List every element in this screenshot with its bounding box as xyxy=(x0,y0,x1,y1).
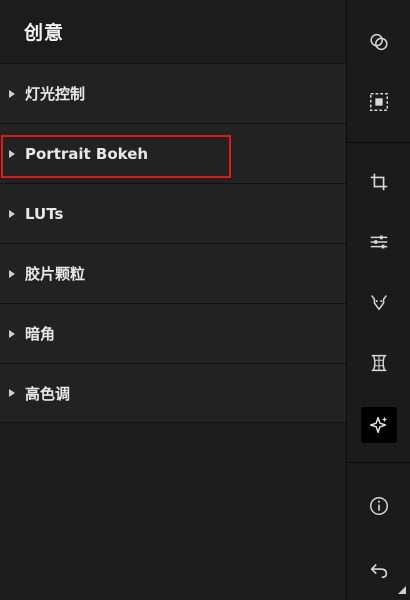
section-list: 灯光控制 Portrait Bokeh LUTs 胶片颗粒 暗角 高色调 xyxy=(0,63,346,423)
toolbar-divider xyxy=(347,462,410,463)
section-vignette[interactable]: 暗角 xyxy=(0,303,346,363)
expand-caret-icon xyxy=(9,89,15,98)
info-icon xyxy=(369,497,388,515)
grid-frame-icon xyxy=(371,354,386,372)
undo-icon xyxy=(370,563,387,579)
toolbar-divider xyxy=(347,142,410,143)
selection-frame-button[interactable] xyxy=(361,84,397,120)
expand-caret-icon xyxy=(9,389,15,397)
overlap-circles-button[interactable] xyxy=(361,24,397,60)
sparkle-icon xyxy=(369,416,387,434)
face-retouch-icon xyxy=(370,295,387,311)
right-toolbar xyxy=(346,0,410,600)
section-film-grain[interactable]: 胶片颗粒 xyxy=(0,243,346,303)
section-portrait-bokeh[interactable]: Portrait Bokeh xyxy=(0,123,346,183)
overlap-circles-icon xyxy=(369,33,388,51)
expand-caret-icon xyxy=(9,149,15,158)
section-luts[interactable]: LUTs xyxy=(0,183,346,243)
face-retouch-button[interactable] xyxy=(361,284,397,320)
sliders-icon xyxy=(370,235,387,249)
section-label: 胶片颗粒 xyxy=(25,265,86,283)
expand-caret-icon xyxy=(9,209,15,218)
adjust-sliders-button[interactable] xyxy=(361,224,397,260)
panel-title: 创意 xyxy=(24,22,65,44)
info-button[interactable] xyxy=(361,488,397,524)
section-label: LUTs xyxy=(25,204,64,223)
undo-button[interactable] xyxy=(361,552,397,588)
corner-resize-icon xyxy=(398,586,406,594)
section-label: Portrait Bokeh xyxy=(25,144,149,163)
section-lighting-control[interactable]: 灯光控制 xyxy=(0,63,346,123)
grid-frame-button[interactable] xyxy=(361,345,397,381)
creative-sparkle-button[interactable] xyxy=(360,407,397,443)
section-label: 灯光控制 xyxy=(25,85,86,103)
crop-button[interactable] xyxy=(361,164,397,200)
panel-header: 创意 xyxy=(0,0,346,63)
section-label: 高色调 xyxy=(25,384,71,403)
crop-icon xyxy=(370,173,387,191)
expand-caret-icon xyxy=(9,329,15,338)
selection-frame-icon xyxy=(369,93,388,111)
section-high-key[interactable]: 高色调 xyxy=(0,363,346,423)
creative-panel: 创意 灯光控制 Portrait Bokeh LUTs 胶片颗粒 暗角 高色调 xyxy=(0,0,346,600)
section-label: 暗角 xyxy=(25,325,56,343)
expand-caret-icon xyxy=(9,269,15,278)
